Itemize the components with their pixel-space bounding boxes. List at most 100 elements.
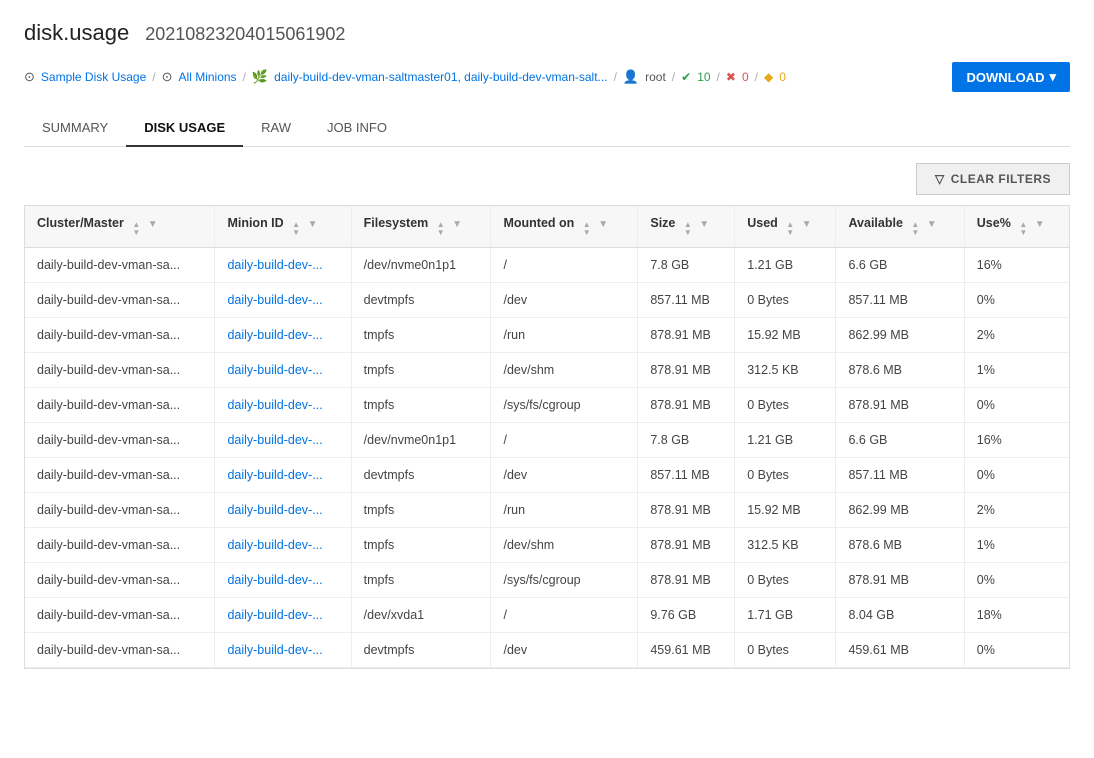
cell-used: 0 Bytes xyxy=(735,563,836,598)
minion-id-link[interactable]: daily-build-dev-... xyxy=(227,608,322,622)
sort-avail-icons[interactable]: ▲ ▼ xyxy=(911,221,919,237)
cell-minion-id[interactable]: daily-build-dev-... xyxy=(215,318,351,353)
sort-down-icon: ▼ xyxy=(1019,229,1027,237)
cell-available: 878.6 MB xyxy=(836,353,964,388)
col-used[interactable]: Used ▲ ▼ ▼ xyxy=(735,206,836,248)
minion-id-link[interactable]: daily-build-dev-... xyxy=(227,433,322,447)
cell-minion-id[interactable]: daily-build-dev-... xyxy=(215,633,351,668)
minion-id-link[interactable]: daily-build-dev-... xyxy=(227,573,322,587)
filter-pct-icon[interactable]: ▼ xyxy=(1035,219,1045,230)
tab-disk-usage[interactable]: DISK USAGE xyxy=(126,110,243,147)
cell-minion-id[interactable]: daily-build-dev-... xyxy=(215,563,351,598)
minion-id-link[interactable]: daily-build-dev-... xyxy=(227,468,322,482)
filter-size-icon[interactable]: ▼ xyxy=(699,219,709,230)
filter-avail-icon[interactable]: ▼ xyxy=(927,219,937,230)
cell-cluster: daily-build-dev-vman-sa... xyxy=(25,318,215,353)
cell-mounted-on: / xyxy=(491,248,638,283)
cell-minion-id[interactable]: daily-build-dev-... xyxy=(215,493,351,528)
minion-id-link[interactable]: daily-build-dev-... xyxy=(227,538,322,552)
cell-used: 15.92 MB xyxy=(735,318,836,353)
sort-minion-icons[interactable]: ▲ ▼ xyxy=(292,221,300,237)
cell-size: 857.11 MB xyxy=(638,458,735,493)
filter-cluster-icon[interactable]: ▼ xyxy=(148,219,158,230)
cell-available: 862.99 MB xyxy=(836,318,964,353)
col-use-pct[interactable]: Use% ▲ ▼ ▼ xyxy=(964,206,1069,248)
cell-used: 0 Bytes xyxy=(735,633,836,668)
minion-id-link[interactable]: daily-build-dev-... xyxy=(227,293,322,307)
cell-use-pct: 16% xyxy=(964,423,1069,458)
cell-filesystem: tmpfs xyxy=(351,388,491,423)
cell-use-pct: 2% xyxy=(964,318,1069,353)
sort-used-icons[interactable]: ▲ ▼ xyxy=(786,221,794,237)
col-mounted-on[interactable]: Mounted on ▲ ▼ ▼ xyxy=(491,206,638,248)
col-available[interactable]: Available ▲ ▼ ▼ xyxy=(836,206,964,248)
minion-id-link[interactable]: daily-build-dev-... xyxy=(227,643,322,657)
col-minion-id[interactable]: Minion ID ▲ ▼ ▼ xyxy=(215,206,351,248)
cell-minion-id[interactable]: daily-build-dev-... xyxy=(215,388,351,423)
minion-id-link[interactable]: daily-build-dev-... xyxy=(227,363,322,377)
filter-minion-icon[interactable]: ▼ xyxy=(308,219,318,230)
cell-used: 312.5 KB xyxy=(735,353,836,388)
tab-summary[interactable]: SUMMARY xyxy=(24,110,126,147)
filter-mount-icon[interactable]: ▼ xyxy=(598,219,608,230)
sort-down-icon: ▼ xyxy=(132,229,140,237)
tab-job-info[interactable]: JOB INFO xyxy=(309,110,405,147)
minion-id-link[interactable]: daily-build-dev-... xyxy=(227,503,322,517)
cell-minion-id[interactable]: daily-build-dev-... xyxy=(215,283,351,318)
cell-mounted-on: /run xyxy=(491,493,638,528)
minion-id-link[interactable]: daily-build-dev-... xyxy=(227,328,322,342)
cell-cluster: daily-build-dev-vman-sa... xyxy=(25,633,215,668)
cell-minion-id[interactable]: daily-build-dev-... xyxy=(215,423,351,458)
cell-available: 878.6 MB xyxy=(836,528,964,563)
status-ok-icon: ✔ xyxy=(681,70,691,84)
cell-size: 878.91 MB xyxy=(638,563,735,598)
cell-filesystem: tmpfs xyxy=(351,353,491,388)
cell-minion-id[interactable]: daily-build-dev-... xyxy=(215,248,351,283)
col-filesystem[interactable]: Filesystem ▲ ▼ ▼ xyxy=(351,206,491,248)
cell-size: 459.61 MB xyxy=(638,633,735,668)
sort-mount-icons[interactable]: ▲ ▼ xyxy=(583,221,591,237)
minions-list-link[interactable]: daily-build-dev-vman-saltmaster01, daily… xyxy=(274,70,607,84)
cell-filesystem: /dev/nvme0n1p1 xyxy=(351,248,491,283)
sort-down-icon: ▼ xyxy=(786,229,794,237)
cell-cluster: daily-build-dev-vman-sa... xyxy=(25,388,215,423)
col-cluster[interactable]: Cluster/Master ▲ ▼ ▼ xyxy=(25,206,215,248)
job-id: 20210823204015061902 xyxy=(145,24,345,45)
filter-fs-icon[interactable]: ▼ xyxy=(452,219,462,230)
sort-fs-icons[interactable]: ▲ ▼ xyxy=(437,221,445,237)
disk-usage-table: Cluster/Master ▲ ▼ ▼ Minion ID ▲ ▼ xyxy=(25,206,1069,668)
user-label: root xyxy=(645,70,666,84)
tab-raw[interactable]: RAW xyxy=(243,110,309,147)
cell-filesystem: tmpfs xyxy=(351,318,491,353)
page-title-area: disk.usage 20210823204015061902 xyxy=(24,20,1070,46)
cell-mounted-on: /sys/fs/cgroup xyxy=(491,388,638,423)
col-size[interactable]: Size ▲ ▼ ▼ xyxy=(638,206,735,248)
table-row: daily-build-dev-vman-sa... daily-build-de… xyxy=(25,318,1069,353)
minion-id-link[interactable]: daily-build-dev-... xyxy=(227,258,322,272)
cell-available: 862.99 MB xyxy=(836,493,964,528)
cell-minion-id[interactable]: daily-build-dev-... xyxy=(215,458,351,493)
cell-filesystem: /dev/nvme0n1p1 xyxy=(351,423,491,458)
cell-use-pct: 16% xyxy=(964,248,1069,283)
sort-pct-icons[interactable]: ▲ ▼ xyxy=(1019,221,1027,237)
table-row: daily-build-dev-vman-sa...daily-build-de… xyxy=(25,493,1069,528)
cell-minion-id[interactable]: daily-build-dev-... xyxy=(215,353,351,388)
cell-filesystem: devtmpfs xyxy=(351,458,491,493)
sort-size-icons[interactable]: ▲ ▼ xyxy=(684,221,692,237)
download-button[interactable]: DOWNLOAD ▾ xyxy=(952,62,1070,92)
cell-minion-id[interactable]: daily-build-dev-... xyxy=(215,528,351,563)
table-body: daily-build-dev-vman-sa... daily-build-de… xyxy=(25,248,1069,668)
filter-used-icon[interactable]: ▼ xyxy=(802,219,812,230)
minion-id-link[interactable]: daily-build-dev-... xyxy=(227,398,322,412)
sample-disk-usage-link[interactable]: Sample Disk Usage xyxy=(41,70,146,84)
breadcrumb: ⊙ Sample Disk Usage / ⊙ All Minions / 🌿 … xyxy=(24,62,1070,92)
all-minions-link[interactable]: All Minions xyxy=(179,70,237,84)
tabs-bar: SUMMARY DISK USAGE RAW JOB INFO xyxy=(24,110,1070,147)
cell-filesystem: tmpfs xyxy=(351,563,491,598)
clear-filters-button[interactable]: ▽ CLEAR FILTERS xyxy=(916,163,1070,195)
table-row: daily-build-dev-vman-sa...daily-build-de… xyxy=(25,283,1069,318)
sort-cluster-icons[interactable]: ▲ ▼ xyxy=(132,221,140,237)
cell-used: 1.71 GB xyxy=(735,598,836,633)
cell-minion-id[interactable]: daily-build-dev-... xyxy=(215,598,351,633)
cell-available: 857.11 MB xyxy=(836,283,964,318)
